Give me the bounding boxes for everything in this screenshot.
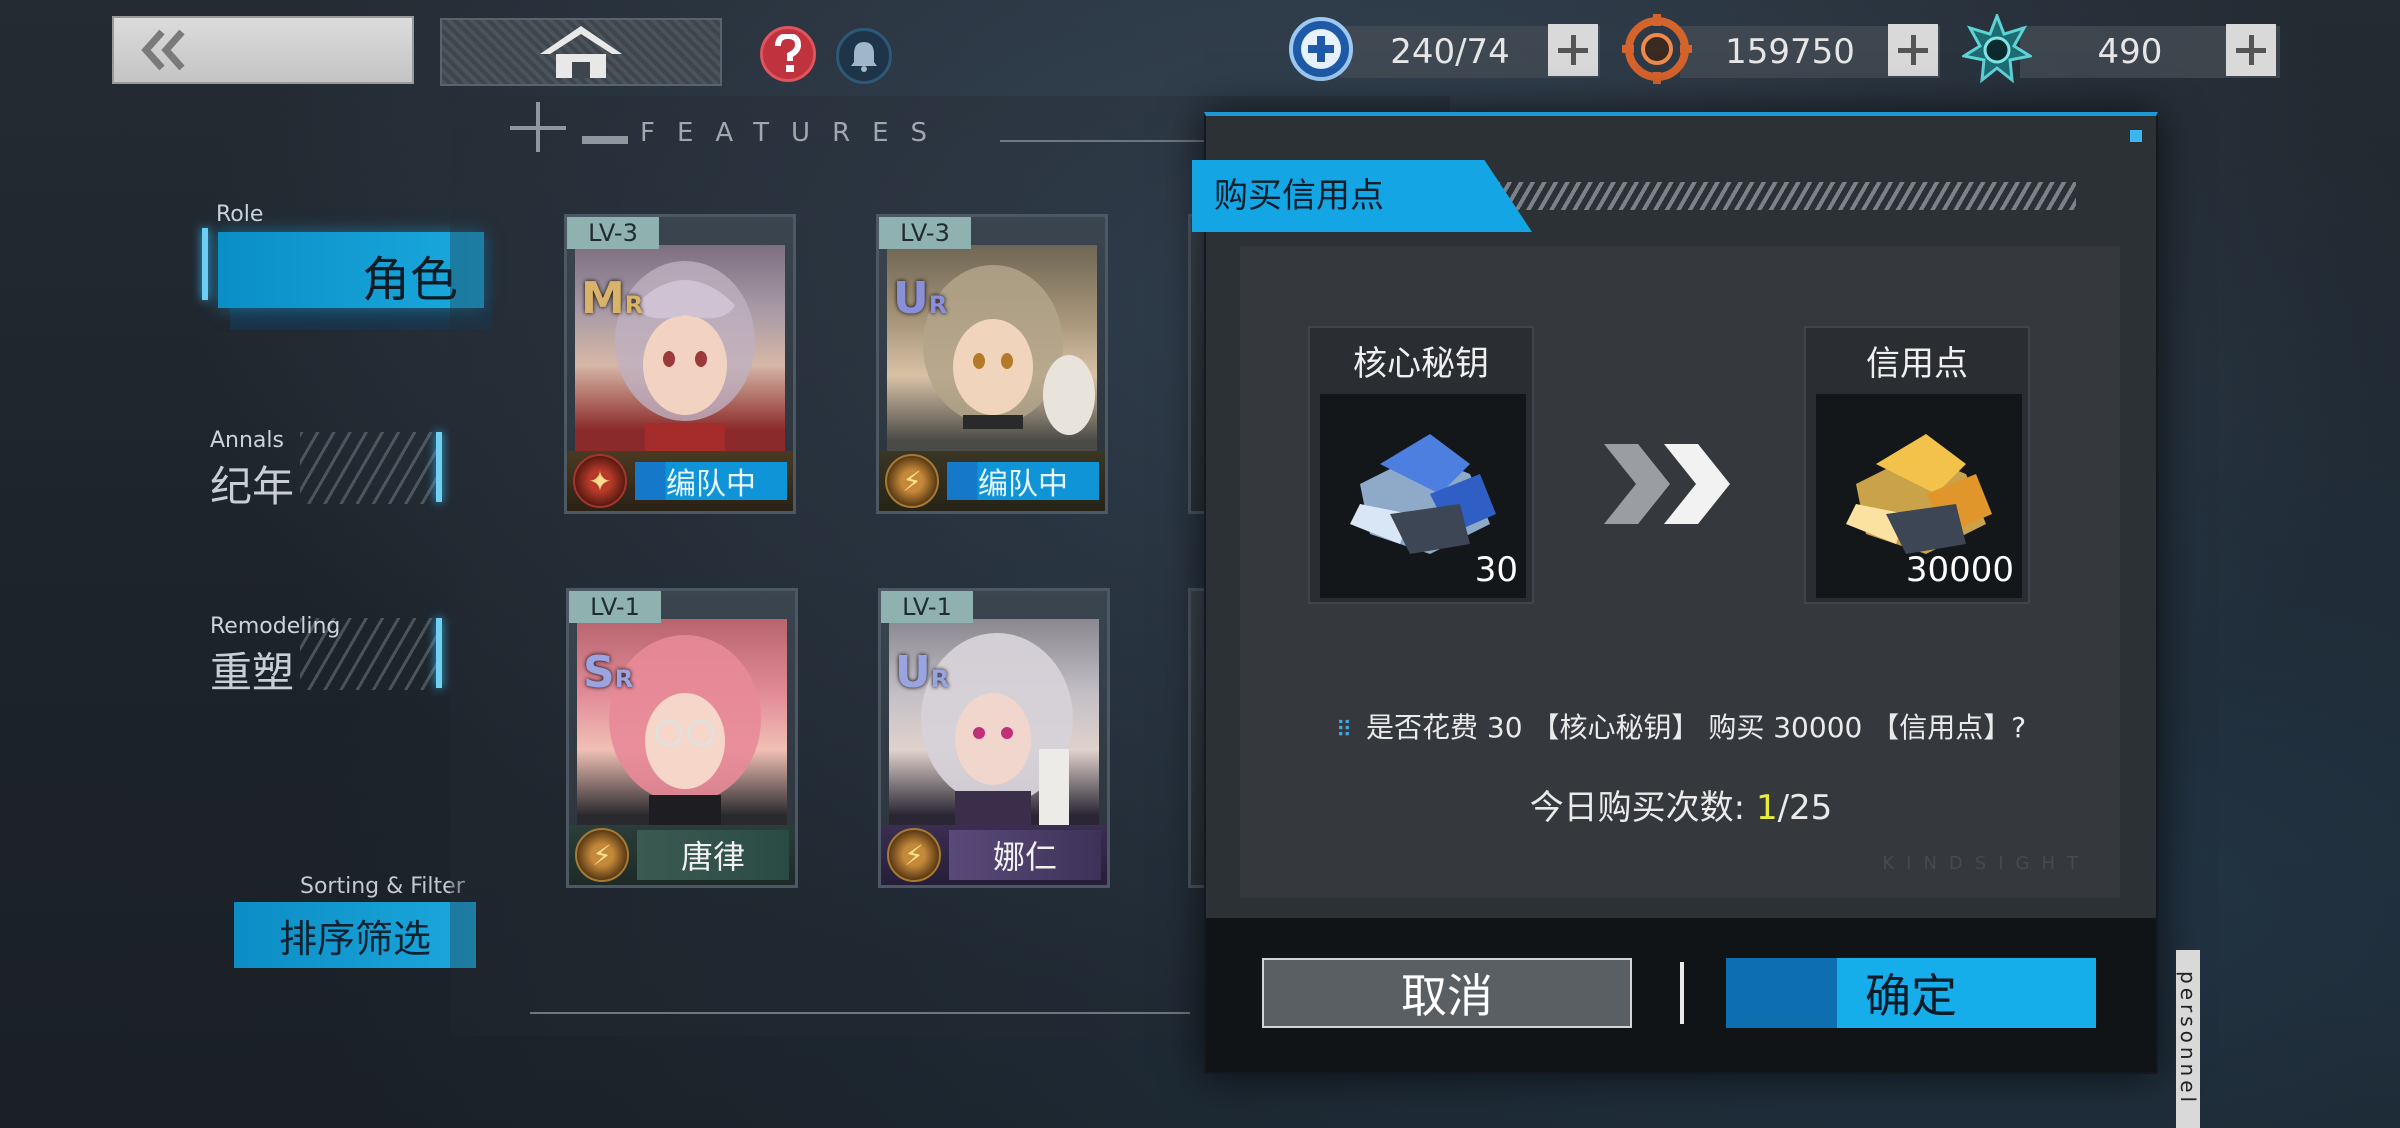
title-hatch — [1496, 182, 2076, 210]
level-tag: LV-3 — [567, 217, 659, 249]
character-card[interactable]: LV-3 MR ✦ 编队中 — [564, 214, 796, 514]
add-stamina-button[interactable] — [1548, 24, 1598, 76]
element-lightning-icon: ⚡ — [885, 454, 939, 508]
level-tag: LV-1 — [569, 591, 661, 623]
element-lightning-icon: ⚡ — [575, 828, 629, 882]
filter-label-en: Sorting & Filter — [300, 874, 465, 899]
home-icon — [540, 26, 622, 78]
purchase-confirm-text: ⠿ 是否花费 30 【核心秘钥】 购买 30000 【信用点】? — [1335, 711, 2027, 744]
footer-separator — [1680, 962, 1684, 1024]
confirm-button[interactable]: 确定 — [1726, 958, 2096, 1028]
nav-role-en: Role — [216, 202, 264, 227]
watermark-text: KINDSIGHT — [1882, 853, 2090, 874]
cost-item-slot: 30 — [1320, 394, 1526, 598]
dialog-corner-marker — [2130, 130, 2142, 142]
character-card[interactable]: LV-1 UR ⚡ 娜仁 — [878, 588, 1110, 888]
rank-badge: SR — [583, 647, 634, 698]
add-crystal-button[interactable] — [2226, 24, 2276, 76]
home-button[interactable] — [440, 18, 722, 86]
credit-coin-icon — [1622, 14, 1692, 84]
cost-item-name: 核心秘钥 — [1353, 344, 1489, 384]
nav-item-annals[interactable]: Annals 纪年 — [210, 428, 440, 511]
reward-item-name: 信用点 — [1866, 344, 1968, 384]
game-screen: 240/74 159750 490 Role 角色 Annals 纪年 Remo… — [0, 0, 2400, 1128]
rank-badge: UR — [893, 273, 948, 324]
gear-crystal-icon — [1960, 11, 2034, 84]
reward-item-slot: 30000 — [1816, 394, 2022, 598]
element-lightning-icon: ⚡ — [887, 828, 941, 882]
features-dash — [582, 136, 628, 144]
daily-purchase-count: 今日购买次数: 1/25 — [1529, 788, 1833, 828]
reward-item-box: 信用点 30000 — [1804, 326, 2030, 604]
character-card[interactable]: LV-1 SR ⚡ 唐律 — [566, 588, 798, 888]
purchase-credit-dialog: KINDSIGHT 购买信用点 核心秘钥 30 信用点 30000 ⠿ 是否花费… — [1192, 112, 2158, 1074]
level-tag: LV-1 — [881, 591, 973, 623]
sort-filter-button[interactable]: 排序筛选 — [234, 902, 476, 968]
nav-annals-en: Annals — [210, 428, 284, 453]
back-button[interactable] — [112, 16, 414, 84]
personnel-side-label: personnel — [2176, 950, 2200, 1128]
reward-item-qty: 30000 — [1905, 550, 2014, 590]
character-name: 娜仁 — [949, 830, 1101, 880]
dialog-footer: 取消 确定 — [1206, 918, 2156, 1072]
add-credit-button[interactable] — [1888, 24, 1938, 76]
nav-remodeling-en: Remodeling — [210, 614, 341, 639]
grid-dots-icon: ⠿ — [1335, 718, 1353, 743]
features-label: FEATURES — [640, 118, 950, 148]
in-team-tag: 编队中 — [947, 462, 1099, 502]
nav-active-indicator — [202, 228, 208, 300]
double-chevron-left-icon — [141, 29, 185, 71]
rank-badge: UR — [895, 647, 950, 698]
in-team-tag: 编队中 — [635, 462, 787, 502]
notification-bell-icon[interactable] — [836, 28, 892, 84]
grid-cross-v — [536, 102, 540, 152]
nav-annals-zh: 纪年 — [210, 462, 295, 511]
element-fire-icon: ✦ — [573, 454, 627, 508]
nav-item-remodeling[interactable]: Remodeling 重塑 — [210, 614, 440, 697]
character-card[interactable]: LV-3 UR ⚡ 编队中 — [876, 214, 1108, 514]
dialog-title: 购买信用点 — [1192, 160, 1532, 232]
crystal-value: 490 — [2097, 32, 2163, 72]
rank-badge: MR — [581, 273, 644, 324]
grid-bottom-line — [530, 1012, 1190, 1014]
credit-value: 159750 — [1725, 32, 1855, 72]
double-chevron-right-icon — [1604, 444, 1730, 524]
stamina-plus-icon — [1286, 14, 1356, 84]
character-name: 唐律 — [637, 830, 789, 880]
help-icon[interactable] — [760, 26, 816, 82]
nav-remodeling-zh: 重塑 — [210, 648, 295, 697]
nav-item-role[interactable]: 角色 — [218, 232, 484, 308]
cost-item-box: 核心秘钥 30 — [1308, 326, 1534, 604]
features-line — [1000, 140, 1210, 142]
stamina-value: 240/74 — [1390, 32, 1510, 72]
cancel-button[interactable]: 取消 — [1262, 958, 1632, 1028]
nav-role-zh: 角色 — [361, 252, 458, 308]
cost-item-qty: 30 — [1474, 550, 1518, 590]
level-tag: LV-3 — [879, 217, 971, 249]
